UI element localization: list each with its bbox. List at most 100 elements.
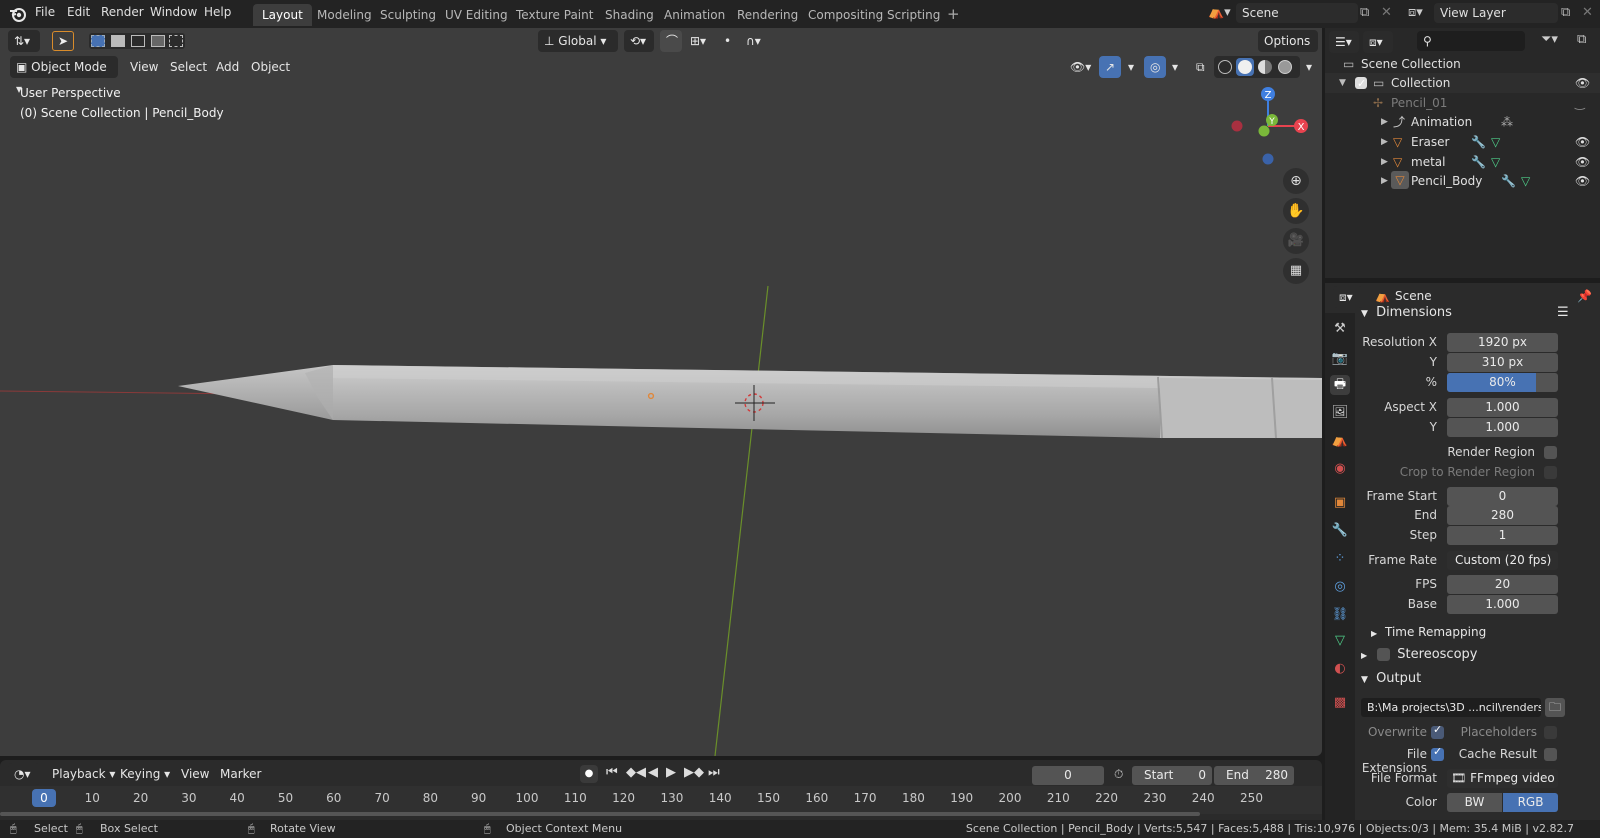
folder-icon[interactable]: 🗀 [1545,698,1565,717]
play-reverse-icon[interactable]: ◀ [648,765,658,780]
tab-modeling[interactable]: Modeling [308,4,381,26]
mesh-data-icon[interactable]: ▽ [1521,171,1530,191]
delete-view-layer-icon[interactable]: ✕ [1582,5,1593,20]
fps-base-field[interactable]: 1.000 [1447,595,1558,614]
mesh-data-icon[interactable]: ▽ [1491,132,1500,152]
eye-icon[interactable]: 👁 [1575,152,1590,172]
color-bw-button[interactable]: BW [1447,793,1502,812]
render-tab-icon[interactable]: 📷 [1330,349,1350,369]
expand-arrow-icon[interactable]: ▶ [1361,651,1367,660]
object-tab-icon[interactable]: ▣ [1330,493,1350,513]
select-extend-icon[interactable] [111,35,125,47]
frame-step-field[interactable]: 1 [1447,526,1558,545]
options-dropdown[interactable]: Options ▾ [1258,30,1318,70]
tab-scripting[interactable]: Scripting [878,4,949,26]
select-set-icon[interactable] [91,35,105,47]
pin-icon[interactable]: 📌 [1577,289,1592,303]
placeholders-checkbox[interactable] [1544,726,1557,739]
select-tool-icon[interactable]: ➤ [52,31,74,51]
fps-field[interactable]: 20 [1447,575,1558,594]
particles-tab-icon[interactable]: ⁘ [1330,549,1350,569]
rendered-shading-icon[interactable] [1278,60,1292,74]
resolution-y-field[interactable]: 310 px [1447,353,1558,372]
tab-animation[interactable]: Animation [655,4,734,26]
zoom-icon[interactable]: ⊕ [1283,168,1309,194]
record-icon[interactable]: ● [580,765,598,783]
expand-arrow-icon[interactable]: ▶ [1381,132,1388,152]
expand-arrow-icon[interactable]: ▶ [1381,152,1388,172]
frame-rate-dropdown[interactable]: Custom (20 fps) ▾ [1447,551,1558,586]
scene-canvas[interactable] [0,28,1322,756]
timeline-menu-marker[interactable]: Marker [214,763,267,785]
menu-file[interactable]: File [35,5,55,19]
play-icon[interactable]: ▶ [666,765,676,780]
shading-dropdown-icon[interactable]: ▾ [1300,56,1318,78]
prev-keyframe-icon[interactable]: ◆◀ [626,765,646,780]
timeline-menu-view[interactable]: View [175,763,215,785]
delete-scene-icon[interactable]: ✕ [1381,5,1392,20]
collapse-arrow-icon[interactable]: ▼ [1361,309,1368,319]
outliner-search-input[interactable]: ⚲ [1417,31,1525,51]
new-view-layer-icon[interactable]: ⧉ [1561,5,1570,20]
viewport-menu-object[interactable]: Object [245,56,296,78]
timeline-editor-type-icon[interactable]: ◔▾ [8,763,40,785]
material-shading-icon[interactable] [1258,60,1272,74]
new-collection-icon[interactable]: ⧉ [1577,32,1586,47]
modifier-wrench-icon[interactable]: 🔧 [1471,152,1486,172]
eye-closed-icon[interactable]: ‿ [1575,93,1585,113]
ortho-toggle-icon[interactable]: ▦ [1283,258,1309,284]
outliner-row-pencil-body[interactable]: ▶ ▽ Pencil_Body 🔧 ▽ 👁 [1325,171,1600,191]
view-layer-field[interactable]: View Layer [1434,3,1558,23]
select-intersect-icon[interactable] [169,35,183,47]
menu-help[interactable]: Help [204,5,231,19]
menu-render[interactable]: Render [101,5,144,19]
view-layer-selector-icon[interactable]: ⧈▾ [1408,5,1423,20]
timeline-menu-keying[interactable]: Keying ▾ [114,763,176,785]
tool-tab-icon[interactable]: ⚒ [1330,319,1350,339]
time-remapping-subpanel[interactable]: ▶ Time Remapping [1371,621,1600,643]
modifier-wrench-icon[interactable]: 🔧 [1501,171,1516,191]
end-frame-field[interactable]: End 280 [1214,766,1294,785]
camera-view-icon[interactable]: 🎥 [1283,228,1309,254]
viewport-menu-view[interactable]: View [124,56,164,78]
scene-name-field[interactable]: Scene [1236,3,1358,23]
aspect-y-field[interactable]: 1.000 [1447,418,1558,437]
stopwatch-icon[interactable]: ⏱ [1114,767,1123,782]
navigation-gizmo[interactable]: Z Y X [1228,84,1318,174]
cache-result-checkbox[interactable] [1544,748,1557,761]
texture-tab-icon[interactable]: ▩ [1330,693,1350,713]
filter-icon[interactable]: ⏷▾ [1541,32,1558,47]
jump-end-icon[interactable]: ⏭ [708,765,720,780]
file-format-dropdown[interactable]: 🎞 FFmpeg video▾ [1447,769,1558,804]
jump-start-icon[interactable]: ⏮ [606,765,618,780]
file-extensions-checkbox[interactable] [1431,745,1444,761]
selection-mode-group[interactable] [89,33,185,49]
start-frame-field[interactable]: Start 0 [1132,766,1212,785]
snap-toggle-icon[interactable]: ⌒ [660,30,682,52]
collection-enabled-checkbox[interactable] [1355,74,1367,94]
render-region-checkbox[interactable] [1544,446,1557,459]
dimensions-panel-header[interactable]: ▼ Dimensions ☰ [1357,302,1600,324]
resolution-x-field[interactable]: 1920 px [1447,333,1558,352]
expand-arrow-icon[interactable]: ▶ [1371,629,1377,638]
resolution-percent-slider[interactable]: 80% [1447,373,1558,392]
outliner-row-metal[interactable]: ▶ ▽ metal 🔧 ▽ 👁 [1325,152,1600,172]
transform-orientation-dropdown[interactable]: ⊥ Global ▾ [538,30,618,52]
material-tab-icon[interactable]: ◐ [1330,659,1350,679]
eye-icon[interactable]: 👁 [1575,73,1590,93]
mesh-data-icon[interactable]: ▽ [1491,152,1500,172]
view-layer-tab-icon[interactable]: 🖼 [1330,403,1350,423]
collapse-arrow-icon[interactable]: ▼ [1361,675,1368,685]
menu-window[interactable]: Window [150,5,197,19]
select-invert-icon[interactable] [151,35,165,47]
next-keyframe-icon[interactable]: ▶◆ [684,765,704,780]
snap-target-icon[interactable]: ⊞▾ [684,30,714,52]
physics-tab-icon[interactable]: ◎ [1330,577,1350,597]
outliner-row-collection[interactable]: ▼ ▭ Collection 👁 [1325,73,1600,94]
outliner-editor-type-icon[interactable]: ☰▾ [1329,31,1359,53]
falloff-icon[interactable]: ∩▾ [740,30,770,52]
object-mode-dropdown[interactable]: ▣ Object Mode ▾ [10,56,118,96]
solid-shading-button[interactable] [1236,58,1254,76]
data-tab-icon[interactable]: ▽ [1330,631,1350,651]
aspect-x-field[interactable]: 1.000 [1447,398,1558,417]
